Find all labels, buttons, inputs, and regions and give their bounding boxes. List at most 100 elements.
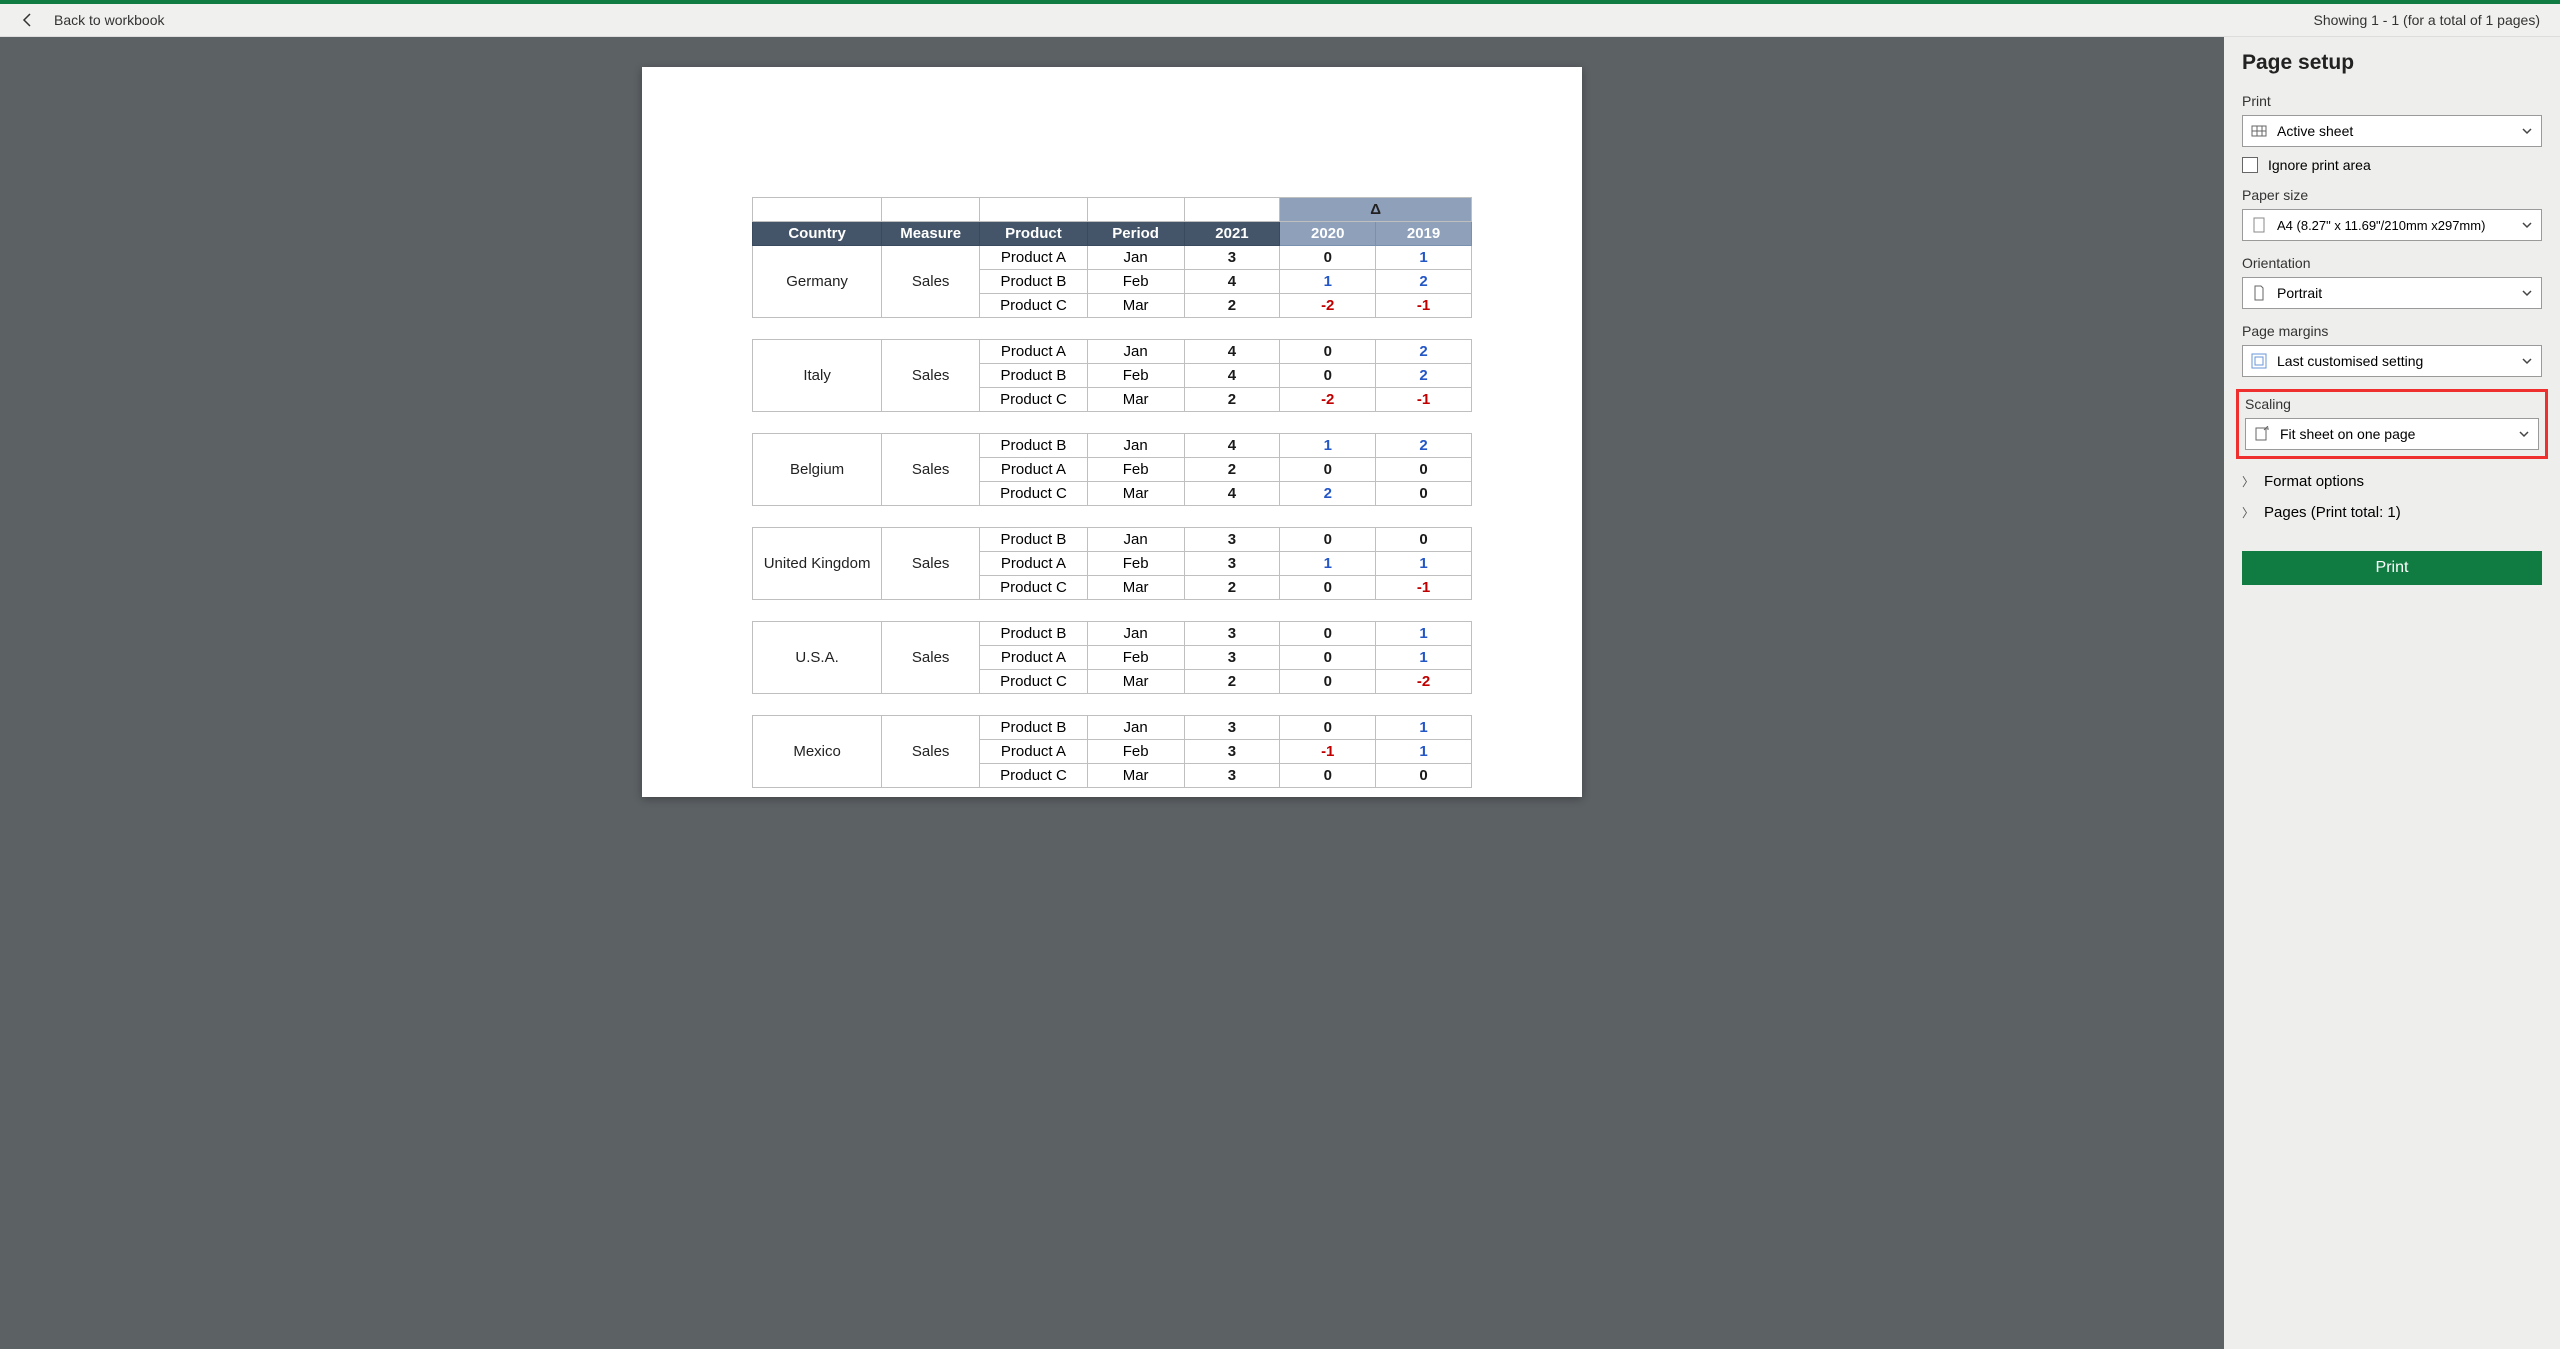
cell-country: Italy xyxy=(753,340,882,412)
cell-2021: 3 xyxy=(1184,740,1280,764)
cell-product: Product C xyxy=(980,764,1088,788)
margins-select[interactable]: Last customised setting xyxy=(2242,345,2542,377)
margins-icon xyxy=(2251,353,2267,369)
cell-2021: 3 xyxy=(1184,246,1280,270)
cell-2019: 1 xyxy=(1376,246,1472,270)
cell-2020: 0 xyxy=(1280,670,1376,694)
cell-period: Jan xyxy=(1087,528,1184,552)
chevron-down-icon xyxy=(2521,125,2533,137)
grid-icon xyxy=(2251,123,2267,139)
chevron-down-icon xyxy=(2521,219,2533,231)
cell-2019: 1 xyxy=(1376,740,1472,764)
table-row: MexicoSalesProduct BJan301 xyxy=(753,716,1472,740)
cell-2020: -2 xyxy=(1280,388,1376,412)
cell-2019: 1 xyxy=(1376,646,1472,670)
cell-product: Product B xyxy=(980,434,1088,458)
cell-2021: 4 xyxy=(1184,270,1280,294)
cell-2021: 4 xyxy=(1184,340,1280,364)
cell-measure: Sales xyxy=(882,716,980,788)
papersize-label: Paper size xyxy=(2242,187,2542,203)
cell-2019: -2 xyxy=(1376,670,1472,694)
cell-product: Product A xyxy=(980,458,1088,482)
cell-country: United Kingdom xyxy=(753,528,882,600)
cell-2021: 4 xyxy=(1184,434,1280,458)
cell-2021: 3 xyxy=(1184,528,1280,552)
pages-expander[interactable]: 〉 Pages (Print total: 1) xyxy=(2242,504,2542,521)
back-to-workbook-link[interactable]: Back to workbook xyxy=(20,12,165,28)
cell-period: Mar xyxy=(1087,670,1184,694)
cell-2019: -1 xyxy=(1376,576,1472,600)
print-preview-area: ΔCountryMeasureProductPeriod202120202019… xyxy=(0,37,2224,1349)
orientation-value: Portrait xyxy=(2277,285,2322,301)
cell-2020: 2 xyxy=(1280,482,1376,506)
cell-2021: 2 xyxy=(1184,388,1280,412)
print-button[interactable]: Print xyxy=(2242,551,2542,585)
print-value: Active sheet xyxy=(2277,123,2353,139)
format-options-label: Format options xyxy=(2264,473,2364,490)
cell-2021: 3 xyxy=(1184,622,1280,646)
format-options-expander[interactable]: 〉 Format options xyxy=(2242,473,2542,490)
cell-2020: 1 xyxy=(1280,434,1376,458)
cell-period: Feb xyxy=(1087,552,1184,576)
cell-2019: 2 xyxy=(1376,434,1472,458)
table-row: U.S.A.SalesProduct BJan301 xyxy=(753,622,1472,646)
cell-2021: 2 xyxy=(1184,670,1280,694)
cell-2021: 2 xyxy=(1184,294,1280,318)
cell-2020: 0 xyxy=(1280,364,1376,388)
orientation-select[interactable]: Portrait xyxy=(2242,277,2542,309)
arrow-left-icon xyxy=(20,12,36,28)
cell-2021: 4 xyxy=(1184,482,1280,506)
cell-product: Product A xyxy=(980,246,1088,270)
cell-product: Product B xyxy=(980,622,1088,646)
cell-2020: 0 xyxy=(1280,340,1376,364)
cell-2020: -2 xyxy=(1280,294,1376,318)
cell-2020: 1 xyxy=(1280,552,1376,576)
cell-2019: 0 xyxy=(1376,528,1472,552)
cell-product: Product C xyxy=(980,670,1088,694)
cell-period: Mar xyxy=(1087,764,1184,788)
cell-period: Feb xyxy=(1087,458,1184,482)
scaling-label: Scaling xyxy=(2245,396,2539,412)
cell-country: U.S.A. xyxy=(753,622,882,694)
chevron-down-icon xyxy=(2521,287,2533,299)
col-product: Product xyxy=(980,222,1088,246)
cell-product: Product C xyxy=(980,294,1088,318)
cell-2020: 0 xyxy=(1280,764,1376,788)
cell-2021: 3 xyxy=(1184,552,1280,576)
cell-2020: 0 xyxy=(1280,458,1376,482)
scaling-value: Fit sheet on one page xyxy=(2280,426,2415,442)
scaling-select[interactable]: Fit sheet on one page xyxy=(2245,418,2539,450)
cell-country: Germany xyxy=(753,246,882,318)
cell-2021: 3 xyxy=(1184,716,1280,740)
report-table: ΔCountryMeasureProductPeriod202120202019… xyxy=(752,197,1472,788)
cell-period: Feb xyxy=(1087,646,1184,670)
col-period: Period xyxy=(1087,222,1184,246)
margins-label: Page margins xyxy=(2242,323,2542,339)
cell-2020: 0 xyxy=(1280,528,1376,552)
delta-header: Δ xyxy=(1280,198,1472,222)
col-2020: 2020 xyxy=(1280,222,1376,246)
cell-measure: Sales xyxy=(882,340,980,412)
cell-product: Product C xyxy=(980,576,1088,600)
cell-measure: Sales xyxy=(882,246,980,318)
page-sheet: ΔCountryMeasureProductPeriod202120202019… xyxy=(642,67,1582,797)
papersize-select[interactable]: A4 (8.27" x 11.69"/210mm x297mm) xyxy=(2242,209,2542,241)
cell-2019: 0 xyxy=(1376,482,1472,506)
cell-2019: -1 xyxy=(1376,388,1472,412)
ignore-print-area-checkbox[interactable]: Ignore print area xyxy=(2242,157,2542,173)
table-row: United KingdomSalesProduct BJan300 xyxy=(753,528,1472,552)
cell-product: Product B xyxy=(980,528,1088,552)
header-bar: Back to workbook Showing 1 - 1 (for a to… xyxy=(0,4,2560,37)
cell-measure: Sales xyxy=(882,528,980,600)
cell-product: Product A xyxy=(980,646,1088,670)
print-select[interactable]: Active sheet xyxy=(2242,115,2542,147)
checkbox-icon xyxy=(2242,157,2258,173)
portrait-page-icon xyxy=(2251,285,2267,301)
cell-period: Mar xyxy=(1087,294,1184,318)
chevron-right-icon: 〉 xyxy=(2242,473,2254,490)
cell-product: Product B xyxy=(980,270,1088,294)
page-icon xyxy=(2251,217,2267,233)
cell-2019: 0 xyxy=(1376,764,1472,788)
cell-2020: 0 xyxy=(1280,716,1376,740)
cell-measure: Sales xyxy=(882,434,980,506)
